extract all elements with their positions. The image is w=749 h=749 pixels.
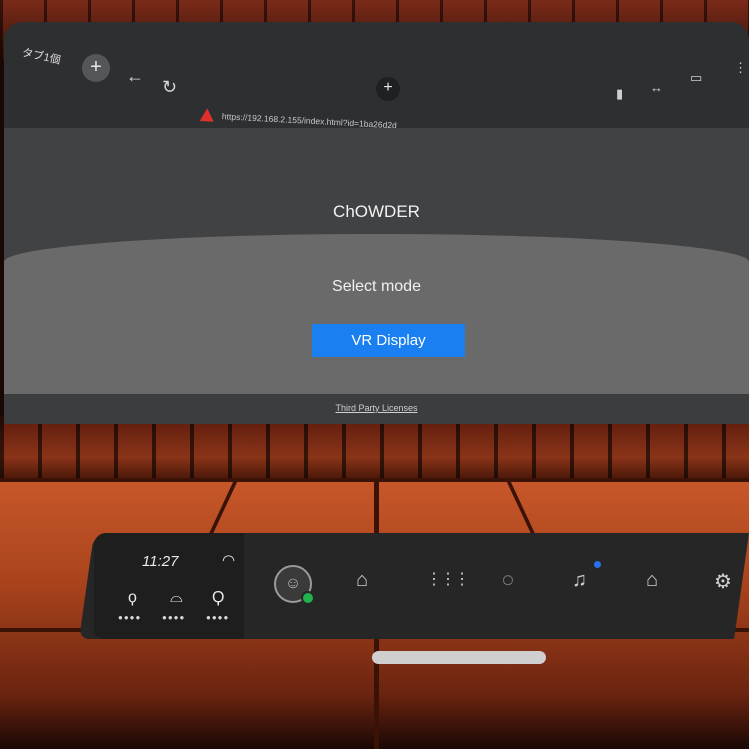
apps-icon[interactable]: ⋮⋮⋮ (426, 569, 468, 589)
bookmark-icon[interactable]: ▮ (616, 86, 623, 102)
browser-panel: タブ1個 + ← ↻ + https://192.168.2.155/index… (4, 22, 749, 424)
bell-icon[interactable]: ♫ (572, 569, 587, 592)
display-icon[interactable]: ▭ (690, 70, 702, 86)
settings-icon[interactable]: ⚙ (714, 569, 732, 594)
add-tab-button[interactable]: + (82, 54, 110, 82)
new-window-button[interactable]: + (376, 77, 400, 101)
reload-icon[interactable]: ↻ (162, 77, 177, 98)
page-subtitle: Select mode (332, 278, 421, 295)
home-icon[interactable]: ⌂ (646, 569, 658, 592)
security-warning-icon (199, 108, 215, 122)
right-controller-battery: ●●●● (206, 613, 230, 622)
clock-time: 11:27 (142, 553, 179, 570)
headset-icon: ⌓ (170, 589, 183, 606)
universal-menu-dock: 11:27 ◠ ϙ ⌓ Ϙ ●●●● ●●●● ●●●● ☺ ⌂ ⋮⋮⋮ ◌ ♫… (79, 533, 749, 639)
online-status-indicator (301, 591, 315, 605)
back-arrow-icon[interactable]: ← (126, 66, 144, 87)
status-panel[interactable] (94, 533, 244, 639)
url-text[interactable]: https://192.168.2.155/index.html?id=1ba2… (222, 111, 397, 130)
headset-battery: ●●●● (162, 613, 186, 622)
page-title: ChOWDER (333, 202, 420, 221)
resize-icon[interactable]: ↔ (650, 80, 663, 95)
left-controller-battery: ●●●● (118, 613, 142, 622)
messenger-icon[interactable]: ◌ (502, 569, 514, 592)
tab-count-label[interactable]: タブ1個 (21, 44, 63, 68)
wifi-icon: ◠ (222, 552, 236, 569)
third-party-licenses-link[interactable]: Third Party Licenses (4, 403, 749, 413)
menu-icon[interactable]: ⋮ (734, 60, 747, 76)
notification-dot (594, 561, 601, 568)
right-controller-icon: Ϙ (212, 589, 225, 606)
vr-display-button[interactable]: VR Display (312, 324, 465, 357)
store-icon[interactable]: ⌂ (356, 569, 368, 592)
left-controller-icon: ϙ (128, 589, 137, 606)
back-wall (0, 415, 749, 485)
dock-grab-handle[interactable] (372, 651, 546, 664)
